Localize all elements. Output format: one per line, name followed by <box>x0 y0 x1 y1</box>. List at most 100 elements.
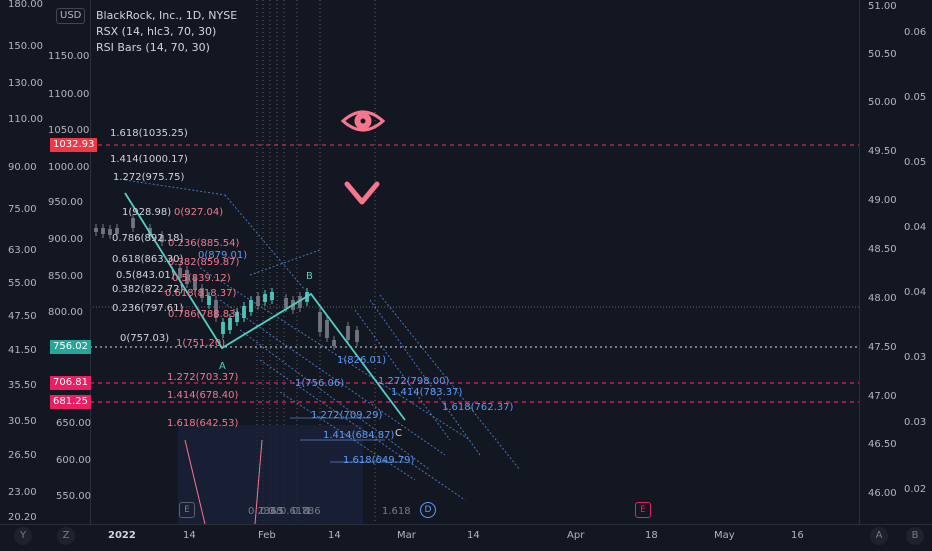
price-axis-label: 850.00 <box>48 271 83 282</box>
candle-body <box>346 326 350 340</box>
candle-body <box>221 322 225 334</box>
left-axis-label: 180.00 <box>8 0 43 10</box>
left-axis-label: 150.00 <box>8 41 43 52</box>
right-axis-a-label: 47.00 <box>868 391 897 402</box>
right-axis-b-label: 0.03 <box>904 417 927 428</box>
right-axis-b-label: 0.02 <box>904 484 927 495</box>
fib-pink-label: 0.5(839.12) <box>172 273 231 284</box>
price-axis-label: 600.00 <box>56 455 91 466</box>
right-axis-a-label: 48.00 <box>868 293 897 304</box>
candle-body <box>256 296 260 306</box>
price-badge: 1032.93 <box>50 138 98 152</box>
right-axis-a-label: 51.00 <box>868 1 897 12</box>
price-axis-label: 1000.00 <box>48 162 90 173</box>
left-axis-label: 20.20 <box>8 512 37 523</box>
fib-ext-blue-label: 1.618(762.37) <box>442 402 514 413</box>
time-axis-label: Feb <box>258 530 276 541</box>
candle-body <box>242 306 246 318</box>
left-axis-label: 130.00 <box>8 78 43 89</box>
bottom-fib-label: 1.618 <box>382 506 411 517</box>
fib-upper-label: 0.5(843.01) <box>116 270 175 281</box>
right-axis-a-label: 50.50 <box>868 49 897 60</box>
price-axis-label: 950.00 <box>48 197 83 208</box>
candle-body <box>284 298 288 308</box>
event-marker-e2[interactable]: E <box>635 502 651 518</box>
time-axis-label: May <box>714 530 735 541</box>
time-axis-label: Mar <box>397 530 416 541</box>
price-badge: 706.81 <box>50 376 91 390</box>
right-axis-a-label: 50.00 <box>868 97 897 108</box>
candle-body <box>318 312 322 332</box>
left-axis-label: 41.50 <box>8 345 37 356</box>
fib-pink-label: 0(879.01) <box>198 250 248 261</box>
rsi-bars-indicator[interactable]: RSI Bars (14, 70, 30) <box>96 40 237 56</box>
right-axis-a-label: 49.00 <box>868 195 897 206</box>
time-axis-label: 18 <box>645 530 658 541</box>
fib-ext-blue-label: 1.618(649.79) <box>343 455 415 466</box>
time-axis-label: 16 <box>791 530 804 541</box>
right-axis-a-label: 48.50 <box>868 244 897 255</box>
fib-upper-label: 1(928.98) <box>122 207 172 218</box>
event-marker-e1[interactable]: E <box>179 502 195 518</box>
currency-badge[interactable]: USD <box>56 8 86 24</box>
right-axis-a-label: 49.50 <box>868 146 897 157</box>
fib-ext-blue-label: 1.414(783.37) <box>391 387 463 398</box>
right-axis-a-label: 47.50 <box>868 342 897 353</box>
rsx-indicator[interactable]: RSX (14, hlc3, 70, 30) <box>96 24 237 40</box>
fib-ext-pink-label: 1.414(678.40) <box>167 390 239 401</box>
price-axis-label: 800.00 <box>48 307 83 318</box>
right-axis-b-label: 0.06 <box>904 27 927 38</box>
left-axis-label: 35.50 <box>8 380 37 391</box>
candle-body <box>249 300 253 312</box>
symbol-title[interactable]: BlackRock, Inc., 1D, NYSE <box>96 8 237 24</box>
chart-legend[interactable]: BlackRock, Inc., 1D, NYSE RSX (14, hlc3,… <box>96 8 237 56</box>
right-axis-b-label: 0.03 <box>904 352 927 363</box>
bottom-fib-label: 1 <box>305 506 312 517</box>
fib-ext-blue-label: 1(756.06) <box>295 378 345 389</box>
fib-ext-pink-label: 1.618(642.53) <box>167 418 239 429</box>
candle-body <box>325 320 329 338</box>
right-axis-a-label: 46.50 <box>868 439 897 450</box>
candle-body <box>270 292 274 300</box>
fib-pink-label: 0.618(818.37) <box>165 288 237 299</box>
price-axis-label: 900.00 <box>48 234 83 245</box>
candle-body <box>101 228 105 234</box>
time-axis-label: 2022 <box>108 530 136 541</box>
right-axis-b-label: 0.05 <box>904 92 927 103</box>
candle-body <box>332 340 336 346</box>
event-marker-d[interactable]: D <box>420 502 436 518</box>
z-button[interactable]: Z <box>57 527 75 545</box>
time-axis-label: 14 <box>467 530 480 541</box>
candle-body <box>355 330 359 342</box>
left-axis-label: 90.00 <box>8 162 37 173</box>
fib-pink-label: 0.786(788.83) <box>168 309 240 320</box>
fib-ext-blue-label: 1(826.01) <box>337 355 387 366</box>
a-button[interactable]: A <box>870 527 888 545</box>
fib-pink-label: 1(751.20) <box>176 338 226 349</box>
price-axis-label: 550.00 <box>56 491 91 502</box>
right-axis-a-label: 46.00 <box>868 488 897 499</box>
fib-upper-label: 1.618(1035.25) <box>110 128 188 139</box>
price-badge: 681.25 <box>50 395 91 409</box>
right-axis-b-label: 0.04 <box>904 287 927 298</box>
fib-ext-blue-label: 1.272(709.29) <box>311 410 383 421</box>
right-axis-b-label: 0.04 <box>904 222 927 233</box>
fib-pink-label: 0.236(885.54) <box>168 238 240 249</box>
fib-ext-pink-label: 1.272(703.37) <box>167 372 239 383</box>
left-axis-label: 30.50 <box>8 416 37 427</box>
candle-body <box>94 228 98 232</box>
y-button[interactable]: Y <box>14 527 32 545</box>
fib-upper-label: 1.414(1000.17) <box>110 154 188 165</box>
time-axis-label: 14 <box>328 530 341 541</box>
time-axis-label: 14 <box>183 530 196 541</box>
left-axis-label: 55.00 <box>8 278 37 289</box>
chevron-down-icon <box>344 181 380 205</box>
price-axis-label: 1100.00 <box>48 89 90 100</box>
price-axis-label: 1150.00 <box>48 51 90 62</box>
left-axis-label: 26.50 <box>8 450 37 461</box>
left-axis-label: 75.00 <box>8 204 37 215</box>
price-axis-label: 650.00 <box>56 418 91 429</box>
fib-ext-blue-label: 1.414(684.87) <box>323 430 395 441</box>
b-button[interactable]: B <box>906 527 924 545</box>
left-axis-label: 23.00 <box>8 487 37 498</box>
